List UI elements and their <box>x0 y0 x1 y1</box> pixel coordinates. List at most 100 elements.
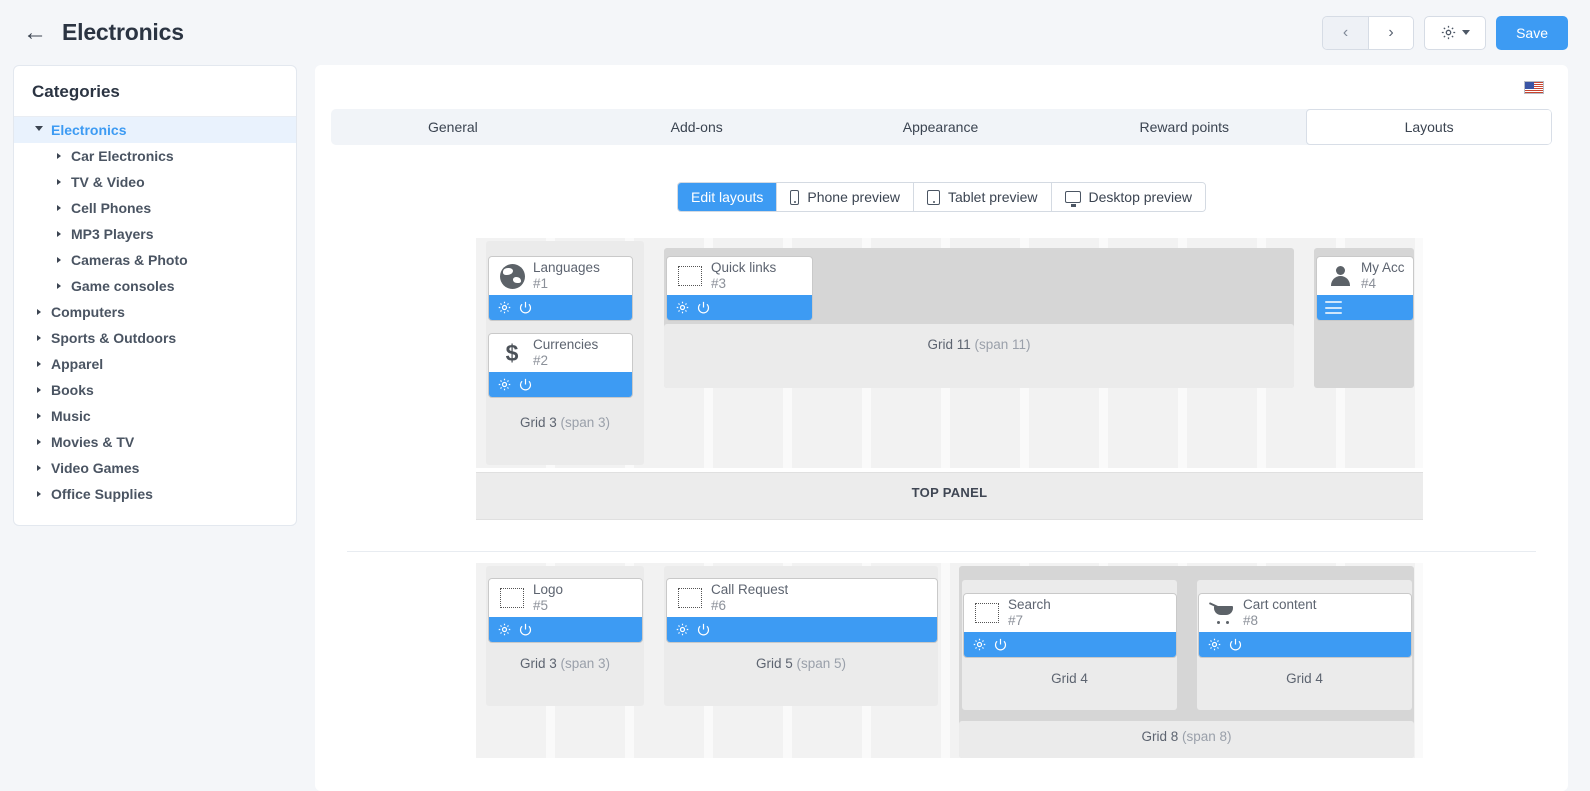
block-name: Search <box>1008 597 1051 613</box>
sidebar-item-cell-phones[interactable]: Cell Phones <box>14 195 296 221</box>
chevron-right-icon[interactable] <box>52 205 66 211</box>
block-number: #6 <box>711 598 727 613</box>
sidebar-item-car-electronics[interactable]: Car Electronics <box>14 143 296 169</box>
sidebar-item-sports-outdoors[interactable]: Sports & Outdoors <box>14 325 296 351</box>
sidebar-item-tv-video[interactable]: TV & Video <box>14 169 296 195</box>
chevron-right-icon[interactable] <box>32 465 46 471</box>
grid-label-grid5: Grid 5 (span 5) <box>755 656 847 671</box>
sidebar-item-movies-tv[interactable]: Movies & TV <box>14 429 296 455</box>
phone-icon <box>790 189 800 205</box>
sidebar-item-label: Electronics <box>51 122 127 138</box>
block-action-bar <box>489 295 632 320</box>
power-icon[interactable] <box>696 300 711 315</box>
preview-mode-label: Edit layouts <box>691 189 764 205</box>
layout-block-search[interactable]: Search #7 <box>964 594 1176 657</box>
back-arrow-icon[interactable]: ← <box>22 20 48 45</box>
flag-canton <box>1525 81 1534 89</box>
menu-icon[interactable] <box>1325 301 1342 314</box>
chevron-right-icon[interactable] <box>52 179 66 185</box>
layout-block-logo[interactable]: Logo #5 <box>489 579 642 642</box>
gear-icon[interactable] <box>675 300 690 315</box>
gear-icon[interactable] <box>675 622 690 637</box>
sidebar-item-label: Office Supplies <box>51 486 153 502</box>
sidebar-item-books[interactable]: Books <box>14 377 296 403</box>
sidebar-item-electronics[interactable]: Electronics <box>14 117 296 143</box>
chevron-right-icon[interactable] <box>52 257 66 263</box>
power-icon[interactable] <box>518 622 533 637</box>
sidebar-item-computers[interactable]: Computers <box>14 299 296 325</box>
sidebar-item-music[interactable]: Music <box>14 403 296 429</box>
preview-mode-label: Tablet preview <box>948 189 1038 205</box>
next-record-button[interactable]: › <box>1368 16 1414 49</box>
us-flag-icon[interactable] <box>1524 80 1544 94</box>
grid-label-grid4-search: Grid 4 <box>1051 671 1088 686</box>
save-button[interactable]: Save <box>1496 15 1568 50</box>
layout-block-cart-content[interactable]: Cart content #8 <box>1199 594 1411 657</box>
sidebar-item-apparel[interactable]: Apparel <box>14 351 296 377</box>
sidebar-item-label: Car Electronics <box>71 148 174 164</box>
sidebar-item-label: Cell Phones <box>71 200 152 216</box>
grid-holder-grid11-inner: Grid 11 (span 11) <box>664 324 1294 388</box>
preview-mode-phone-preview[interactable]: Phone preview <box>776 183 913 211</box>
top-panel-band: TOP PANEL <box>476 472 1423 520</box>
layout-block-call-request[interactable]: Call Request #6 <box>667 579 937 642</box>
tab-reward-points[interactable]: Reward points <box>1062 109 1306 145</box>
tablet-icon <box>927 189 940 205</box>
sidebar-item-mp3-players[interactable]: MP3 Players <box>14 221 296 247</box>
power-icon[interactable] <box>518 300 533 315</box>
chevron-right-icon[interactable] <box>52 153 66 159</box>
page-body: Categories Electronics Car Electronics TV … <box>0 65 1590 791</box>
layout-block-quick-links[interactable]: Quick links #3 <box>667 257 812 320</box>
block-header: My Accou #4 <box>1317 257 1413 295</box>
sidebar-item-office-supplies[interactable]: Office Supplies <box>14 481 296 507</box>
power-icon[interactable] <box>696 622 711 637</box>
dollar-icon: $ <box>505 339 519 366</box>
gear-icon[interactable] <box>497 377 512 392</box>
chevron-right-icon[interactable] <box>32 491 46 497</box>
chevron-right-icon[interactable] <box>32 439 46 445</box>
preview-mode-desktop-preview[interactable]: Desktop preview <box>1050 183 1205 211</box>
gear-icon[interactable] <box>1207 637 1222 652</box>
tab-general[interactable]: General <box>331 109 575 145</box>
preview-mode-tablet-preview[interactable]: Tablet preview <box>913 183 1051 211</box>
chevron-right-icon[interactable] <box>52 231 66 237</box>
grid-holder-grid8-inner: Grid 8 (span 8) <box>959 721 1414 758</box>
gear-icon[interactable] <box>497 622 512 637</box>
block-header: Search #7 <box>964 594 1176 632</box>
power-icon[interactable] <box>1228 637 1243 652</box>
preview-mode-segmented-control: Edit layouts Phone preview Tablet preview D… <box>677 182 1206 212</box>
chevron-right-icon[interactable] <box>32 387 46 393</box>
chevron-down-icon[interactable] <box>32 126 46 134</box>
power-icon[interactable] <box>993 637 1008 652</box>
chevron-right-icon[interactable] <box>32 309 46 315</box>
settings-dropdown-button[interactable] <box>1424 15 1487 50</box>
tab-add-ons[interactable]: Add-ons <box>575 109 819 145</box>
record-navigation: ‹ › <box>1322 15 1415 50</box>
previous-record-button[interactable]: ‹ <box>1323 16 1369 49</box>
layout-block-currencies[interactable]: $ Currencies #2 <box>489 334 632 397</box>
chevron-right-icon[interactable] <box>32 335 46 341</box>
gear-icon[interactable] <box>972 637 987 652</box>
sidebar-item-label: Video Games <box>51 460 140 476</box>
layout-block-languages[interactable]: Languages #1 <box>489 257 632 320</box>
power-icon[interactable] <box>518 377 533 392</box>
page-title: Electronics <box>62 19 184 45</box>
block-number: #8 <box>1243 613 1259 628</box>
sidebar-item-label: Sports & Outdoors <box>51 330 177 346</box>
sidebar-item-cameras-photo[interactable]: Cameras & Photo <box>14 247 296 273</box>
chevron-right-icon[interactable] <box>32 361 46 367</box>
chevron-right-icon[interactable] <box>52 283 66 289</box>
preview-mode-edit-layouts[interactable]: Edit layouts <box>678 183 777 211</box>
tab-appearance[interactable]: Appearance <box>819 109 1063 145</box>
sidebar-item-video-games[interactable]: Video Games <box>14 455 296 481</box>
chevron-right-icon[interactable] <box>32 413 46 419</box>
sidebar-item-game-consoles[interactable]: Game consoles <box>14 273 296 299</box>
layout-block-my-account[interactable]: My Accou #4 <box>1317 257 1413 320</box>
block-action-bar <box>489 372 632 397</box>
block-action-bar <box>1317 295 1413 320</box>
tab-layouts[interactable]: Layouts <box>1306 109 1552 145</box>
block-action-bar <box>1199 632 1411 657</box>
gear-icon <box>1441 25 1456 40</box>
preview-mode-label: Desktop preview <box>1088 189 1193 205</box>
gear-icon[interactable] <box>497 300 512 315</box>
